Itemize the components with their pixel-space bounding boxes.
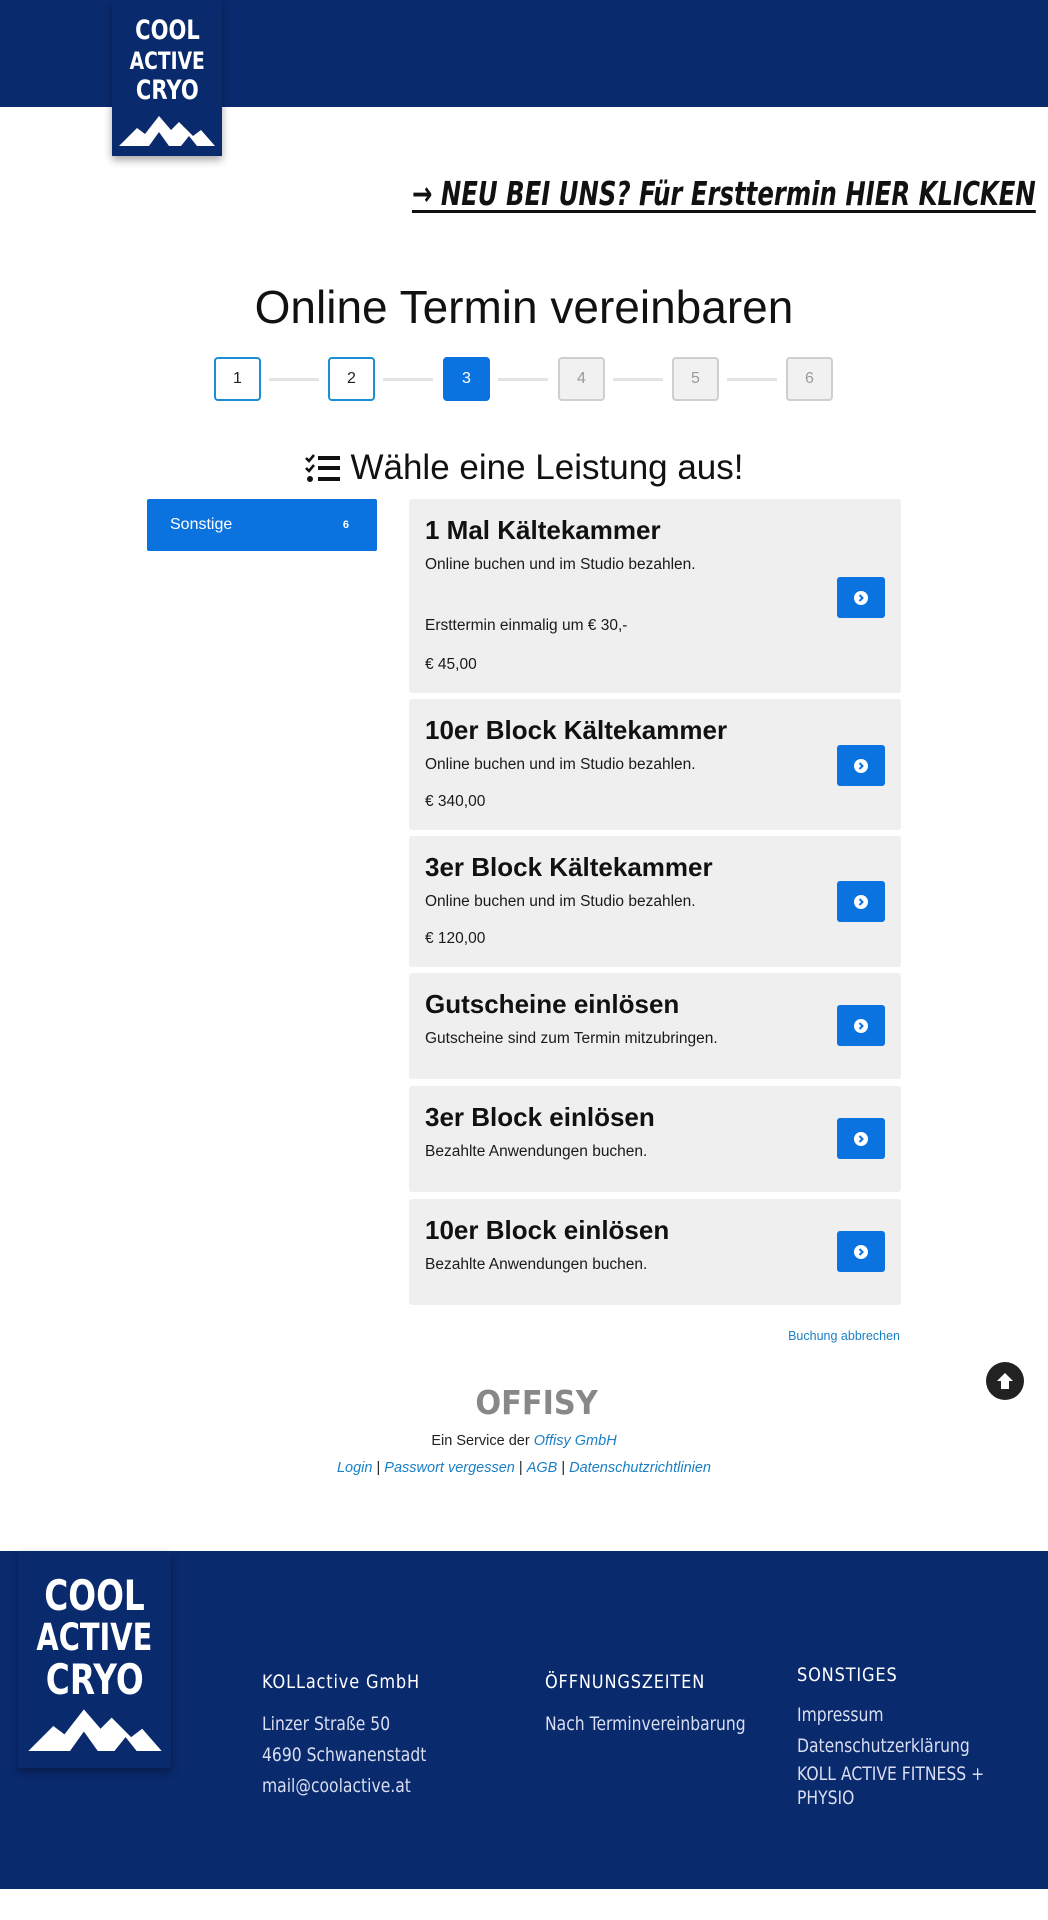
service-title: 3er Block einlösen — [425, 1102, 655, 1132]
service-card[interactable]: 10er Block Kältekammer Online buchen und… — [409, 699, 901, 830]
provider-links: Login | Passwort vergessen | AGB | Daten… — [0, 1460, 1048, 1476]
step-5: 5 — [672, 357, 719, 401]
step-3[interactable]: 3 — [443, 357, 490, 401]
footer-impressum-link[interactable]: Impressum — [797, 1700, 984, 1731]
service-title: Gutscheine einlösen — [425, 989, 680, 1019]
cancel-booking-link[interactable]: Buchung abbrechen — [788, 1329, 900, 1343]
service-description: Bezahlte Anwendungen buchen. — [425, 1143, 648, 1160]
service-card[interactable]: 1 Mal Kältekammer Online buchen und im S… — [409, 499, 901, 693]
service-price: € 120,00 — [425, 930, 486, 947]
agb-link[interactable]: AGB — [527, 1460, 558, 1476]
footer-misc-column: SONSTIGES Impressum Datenschutzerklärung… — [797, 1664, 1025, 1810]
select-service-button[interactable] — [837, 745, 885, 786]
select-service-button[interactable] — [837, 1005, 885, 1046]
service-description: Online buchen und im Studio bezahlen. — [425, 556, 696, 573]
service-description: Bezahlte Anwendungen buchen. — [425, 1256, 648, 1273]
link-separator: | — [557, 1460, 570, 1476]
service-title: 10er Block einlösen — [425, 1215, 670, 1245]
logo-line-2: ACTIVE — [129, 47, 205, 75]
service-price: € 340,00 — [425, 793, 486, 810]
chevron-circle-right-icon — [854, 1131, 868, 1146]
logo-line-3: CRYO — [135, 75, 199, 106]
chevron-circle-right-icon — [854, 1244, 868, 1259]
mountain-icon — [27, 1709, 162, 1751]
login-link[interactable]: Login — [337, 1460, 372, 1476]
service-description: Gutscheine sind zum Termin mitzubringen. — [425, 1030, 718, 1047]
link-separator: | — [514, 1460, 527, 1476]
service-title: 3er Block Kältekammer — [425, 852, 713, 882]
new-customer-link[interactable]: → NEU BEI UNS? Für Ersttermin HIER KLICK… — [412, 174, 1036, 213]
link-separator: | — [372, 1460, 385, 1476]
mountain-icon — [119, 116, 215, 146]
step-connector — [383, 378, 433, 381]
page-bottom-strip — [0, 1889, 1048, 1920]
step-6: 6 — [786, 357, 833, 401]
checklist-icon — [305, 454, 341, 482]
select-service-button[interactable] — [837, 577, 885, 618]
footer-company-heading: KOLLactive GmbH — [262, 1671, 421, 1693]
arrow-up-icon — [997, 1373, 1013, 1389]
footer-physio-link[interactable]: PHYSIO — [797, 1786, 984, 1810]
step-4: 4 — [558, 357, 605, 401]
service-card[interactable]: 3er Block einlösen Bezahlte Anwendungen … — [409, 1086, 901, 1192]
chevron-circle-right-icon — [854, 894, 868, 909]
footer-address-city: 4690 Schwanenstadt — [262, 1744, 427, 1766]
service-card[interactable]: 3er Block Kältekammer Online buchen und … — [409, 836, 901, 967]
scroll-to-top-button[interactable] — [986, 1362, 1024, 1400]
step-connector — [498, 378, 548, 381]
select-service-button[interactable] — [837, 1231, 885, 1272]
booking-stepper: 1 2 3 4 5 6 — [214, 357, 834, 403]
chevron-circle-right-icon — [854, 590, 868, 605]
offisy-logo: OFFISY — [475, 1383, 598, 1422]
section-title: Wähle eine Leistung aus! — [350, 448, 744, 487]
service-by-prefix: Ein Service der — [431, 1433, 530, 1449]
logo-line-2: ACTIVE — [36, 1616, 153, 1659]
step-connector — [269, 378, 319, 381]
privacy-policy-link[interactable]: Datenschutzrichtlinien — [569, 1460, 711, 1476]
service-description: Online buchen und im Studio bezahlen. — [425, 756, 696, 773]
service-note: Ersttermin einmalig um € 30,- — [425, 617, 628, 634]
select-service-button[interactable] — [837, 881, 885, 922]
service-description: Online buchen und im Studio bezahlen. — [425, 893, 696, 910]
category-sonstige[interactable]: Sonstige 6 — [147, 499, 377, 551]
password-forgot-link[interactable]: Passwort vergessen — [384, 1460, 515, 1476]
footer-hours-text: Nach Terminvereinbarung — [545, 1713, 746, 1735]
footer-company-column: KOLLactive GmbH Linzer Straße 50 4690 Sc… — [262, 1671, 462, 1802]
logo-line-1: COOL — [44, 1571, 145, 1620]
service-by-text: Ein Service der Offisy GmbH — [0, 1433, 1048, 1449]
step-2[interactable]: 2 — [328, 357, 375, 401]
logo-line-3: CRYO — [45, 1655, 144, 1704]
category-label: Sonstige — [170, 516, 233, 533]
page-title: Online Termin vereinbaren — [254, 281, 794, 333]
service-card[interactable]: Gutscheine einlösen Gutscheine sind zum … — [409, 973, 901, 1079]
step-1[interactable]: 1 — [214, 357, 261, 401]
select-service-button[interactable] — [837, 1118, 885, 1159]
footer-privacy-link[interactable]: Datenschutzerklärung — [797, 1731, 984, 1762]
footer-fitness-link[interactable]: KOLL ACTIVE FITNESS + — [797, 1762, 984, 1786]
step-connector — [613, 378, 663, 381]
chevron-circle-right-icon — [854, 1018, 868, 1033]
service-card[interactable]: 10er Block einlösen Bezahlte Anwendungen… — [409, 1199, 901, 1305]
footer-hours-column: ÖFFNUNGSZEITEN Nach Terminvereinbarung — [545, 1671, 790, 1740]
footer-logo[interactable]: COOL ACTIVE CRYO — [18, 1551, 171, 1768]
section-heading: Wähle eine Leistung aus! — [0, 448, 1048, 488]
service-title: 1 Mal Kältekammer — [425, 515, 661, 545]
chevron-circle-right-icon — [854, 758, 868, 773]
footer-misc-heading: SONSTIGES — [797, 1664, 898, 1686]
logo-line-1: COOL — [134, 15, 200, 46]
offisy-company-link[interactable]: Offisy GmbH — [534, 1433, 617, 1449]
service-price: € 45,00 — [425, 656, 477, 673]
service-title: 10er Block Kältekammer — [425, 715, 728, 745]
category-count-badge: 6 — [342, 519, 349, 531]
footer-hours-heading: ÖFFNUNGSZEITEN — [545, 1671, 706, 1693]
site-logo[interactable]: COOL ACTIVE CRYO — [112, 0, 222, 156]
footer-address-street: Linzer Straße 50 — [262, 1713, 391, 1735]
footer-email-link[interactable]: mail@coolactive.at — [262, 1771, 426, 1802]
step-connector — [727, 378, 777, 381]
